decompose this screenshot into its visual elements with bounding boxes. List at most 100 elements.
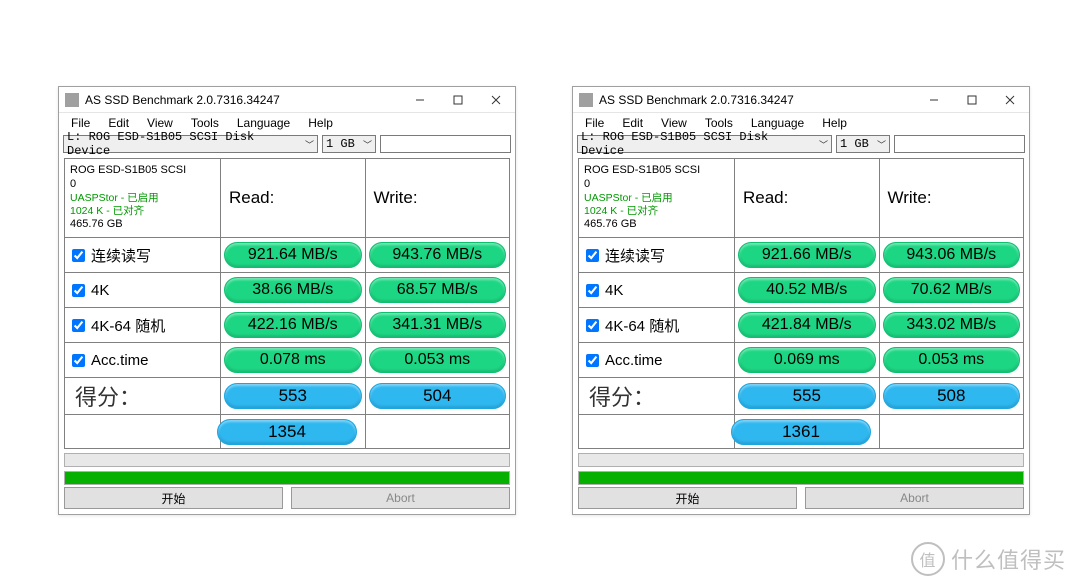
results-grid: ROG ESD-S1B05 SCSI 0 UASPStor - 已启用 1024… xyxy=(578,158,1024,449)
k4-read: 40.52 MB/s xyxy=(738,277,876,303)
chevron-down-icon: ﹀ xyxy=(819,138,828,151)
titlebar[interactable]: AS SSD Benchmark 2.0.7316.34247 xyxy=(573,87,1029,113)
k4_64-write: 341.31 MB/s xyxy=(369,312,507,338)
chevron-down-icon: ﹀ xyxy=(363,138,372,151)
abort-button: Abort xyxy=(805,487,1024,509)
menu-help[interactable]: Help xyxy=(814,115,855,131)
app-icon xyxy=(579,93,593,107)
maximize-button[interactable] xyxy=(439,87,477,113)
progress-bar-1 xyxy=(64,453,510,467)
row-4k-label: 4K xyxy=(91,282,109,299)
menu-view[interactable]: View xyxy=(139,115,181,131)
menu-tools[interactable]: Tools xyxy=(183,115,227,131)
acc-read: 0.078 ms xyxy=(224,347,362,373)
menu-file[interactable]: File xyxy=(577,115,612,131)
4k-checkbox[interactable] xyxy=(72,284,85,297)
score-total: 1361 xyxy=(731,419,871,445)
seq-checkbox[interactable] xyxy=(586,249,599,262)
minimize-button[interactable] xyxy=(915,87,953,113)
4k-checkbox[interactable] xyxy=(586,284,599,297)
device-info: ROG ESD-S1B05 SCSI 0 UASPStor - 已启用 1024… xyxy=(579,159,734,237)
maximize-button[interactable] xyxy=(953,87,991,113)
watermark: 值 什么值得买 xyxy=(911,542,1066,576)
benchmark-window-2: AS SSD Benchmark 2.0.7316.34247 File Edi… xyxy=(572,86,1030,515)
score-total: 1354 xyxy=(217,419,357,445)
benchmark-window-1: AS SSD Benchmark 2.0.7316.34247 File Edi… xyxy=(58,86,516,515)
header-write: Write: xyxy=(879,159,1024,237)
device-select-value: L: ROG ESD-S1B05 SCSI Disk Device xyxy=(67,130,301,158)
device-info-index: 0 xyxy=(70,178,76,192)
row-acc-label: Acc.time xyxy=(605,352,663,369)
acc-read: 0.069 ms xyxy=(738,347,876,373)
score-write: 508 xyxy=(883,383,1021,409)
device-info-align: 1024 K - 已对齐 xyxy=(70,205,144,218)
k4-read: 38.66 MB/s xyxy=(224,277,362,303)
4k64-checkbox[interactable] xyxy=(586,319,599,332)
titlebar[interactable]: AS SSD Benchmark 2.0.7316.34247 xyxy=(59,87,515,113)
header-read: Read: xyxy=(220,159,365,237)
menu-tools[interactable]: Tools xyxy=(697,115,741,131)
window-title: AS SSD Benchmark 2.0.7316.34247 xyxy=(599,93,915,107)
start-button[interactable]: 开始 xyxy=(64,487,283,509)
row-4k64-label: 4K-64 随机 xyxy=(91,315,165,336)
device-select-value: L: ROG ESD-S1B05 SCSI Disk Device xyxy=(581,130,815,158)
device-info-capacity: 465.76 GB xyxy=(584,218,637,232)
results-grid: ROG ESD-S1B05 SCSI 0 UASPStor - 已启用 1024… xyxy=(64,158,510,449)
device-info-model: ROG ESD-S1B05 SCSI xyxy=(70,164,186,178)
header-read: Read: xyxy=(734,159,879,237)
device-info-model: ROG ESD-S1B05 SCSI xyxy=(584,164,700,178)
row-score-label: 得分： xyxy=(65,378,220,414)
abort-button: Abort xyxy=(291,487,510,509)
header-write: Write: xyxy=(365,159,510,237)
device-info-driver: UASPStor - 已启用 xyxy=(584,192,673,205)
row-seq-label: 连续读写 xyxy=(91,245,151,266)
filter-input[interactable] xyxy=(380,135,511,153)
seq-checkbox[interactable] xyxy=(72,249,85,262)
seq-write: 943.06 MB/s xyxy=(883,242,1021,268)
k4_64-read: 422.16 MB/s xyxy=(224,312,362,338)
close-button[interactable] xyxy=(477,87,515,113)
app-icon xyxy=(65,93,79,107)
row-score-label: 得分： xyxy=(579,378,734,414)
menu-file[interactable]: File xyxy=(63,115,98,131)
window-title: AS SSD Benchmark 2.0.7316.34247 xyxy=(85,93,401,107)
chevron-down-icon: ﹀ xyxy=(305,138,314,151)
acc-checkbox[interactable] xyxy=(72,354,85,367)
size-select[interactable]: 1 GB ﹀ xyxy=(322,135,376,153)
device-info-align: 1024 K - 已对齐 xyxy=(584,205,658,218)
acc-checkbox[interactable] xyxy=(586,354,599,367)
menu-view[interactable]: View xyxy=(653,115,695,131)
seq-read: 921.66 MB/s xyxy=(738,242,876,268)
k4-write: 70.62 MB/s xyxy=(883,277,1021,303)
row-4k-label: 4K xyxy=(605,282,623,299)
watermark-text: 什么值得买 xyxy=(951,543,1066,575)
acc-write: 0.053 ms xyxy=(369,347,507,373)
score-read: 553 xyxy=(224,383,362,409)
progress-bar-1 xyxy=(578,453,1024,467)
menu-edit[interactable]: Edit xyxy=(100,115,137,131)
4k64-checkbox[interactable] xyxy=(72,319,85,332)
size-select-value: 1 GB xyxy=(840,137,869,151)
device-select[interactable]: L: ROG ESD-S1B05 SCSI Disk Device﹀ xyxy=(577,135,832,153)
seq-read: 921.64 MB/s xyxy=(224,242,362,268)
size-select-value: 1 GB xyxy=(326,137,355,151)
menu-language[interactable]: Language xyxy=(743,115,812,131)
device-info-index: 0 xyxy=(584,178,590,192)
k4_64-read: 421.84 MB/s xyxy=(738,312,876,338)
start-button[interactable]: 开始 xyxy=(578,487,797,509)
minimize-button[interactable] xyxy=(401,87,439,113)
progress-bar-2 xyxy=(64,471,510,485)
watermark-badge-icon: 值 xyxy=(911,542,945,576)
filter-input[interactable] xyxy=(894,135,1025,153)
chevron-down-icon: ﹀ xyxy=(877,138,886,151)
row-seq-label: 连续读写 xyxy=(605,245,665,266)
menu-help[interactable]: Help xyxy=(300,115,341,131)
menu-edit[interactable]: Edit xyxy=(614,115,651,131)
menu-language[interactable]: Language xyxy=(229,115,298,131)
device-select[interactable]: L: ROG ESD-S1B05 SCSI Disk Device﹀ xyxy=(63,135,318,153)
row-acc-label: Acc.time xyxy=(91,352,149,369)
device-info-driver: UASPStor - 已启用 xyxy=(70,192,159,205)
size-select[interactable]: 1 GB ﹀ xyxy=(836,135,890,153)
close-button[interactable] xyxy=(991,87,1029,113)
k4-write: 68.57 MB/s xyxy=(369,277,507,303)
